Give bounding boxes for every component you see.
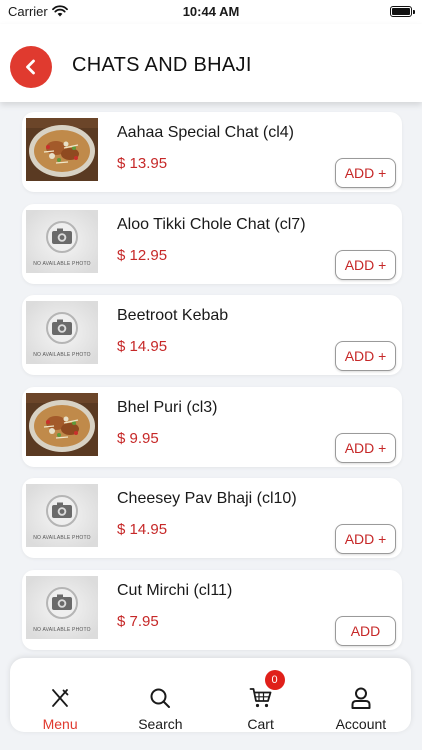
item-price: $ 14.95 [117,338,168,355]
no-photo-placeholder: NO AVAILABLE PHOTO [26,575,98,639]
menu-item-card[interactable]: Bhel Puri (cl3) $ 9.95 ADD + [22,386,402,467]
item-price: $ 7.95 [117,612,159,630]
item-name: Cheesey Pav Bhaji (cl10) [117,490,297,507]
menu-item-card[interactable]: NO AVAILABLE PHOTO Cheesey Pav Bhaji (cl… [22,478,402,558]
no-photo-label: NO AVAILABLE PHOTO [33,352,91,358]
no-photo-label: NO AVAILABLE PHOTO [33,535,91,541]
fork-knife-icon [52,689,69,707]
no-photo-label: NO AVAILABLE PHOTO [33,260,91,267]
item-name: Cut Mirchi (cl11) [117,581,233,599]
item-price: $ 14.95 [117,521,168,538]
nav-item-search[interactable]: Search [110,658,210,732]
nav-label-search: Search [138,716,183,732]
item-name: Beetroot Kebab [117,307,229,324]
nav-item-menu[interactable]: Menu [10,658,110,732]
add-button[interactable]: ADD + [335,158,396,188]
cart-badge: 0 [264,670,285,690]
page-title: CHATS AND BHAJI [72,54,252,76]
nav-item-cart[interactable]: 0 Cart [211,658,311,732]
item-price: $ 13.95 [117,155,168,172]
chevron-left-icon [26,59,35,75]
nav-label-menu: Menu [42,716,78,732]
cart-icon [249,688,272,708]
food-photo-image [26,118,98,181]
menu-list: Aahaa Special Chat (cl4) $ 13.95 ADD + N… [22,112,402,661]
bottom-nav: Menu Search 0 Cart Account [10,658,411,732]
header: CHATS AND BHAJI [0,24,422,102]
add-button[interactable]: ADD + [335,341,396,371]
no-photo-placeholder: NO AVAILABLE PHOTO [26,484,98,547]
menu-item-card[interactable]: Aahaa Special Chat (cl4) $ 13.95 ADD + [22,112,402,192]
food-photo [26,118,98,181]
search-icon [150,688,171,708]
add-button[interactable]: ADD + [335,524,396,554]
menu-item-card[interactable]: NO AVAILABLE PHOTO Cut Mirchi (cl11) $ 7… [22,569,402,650]
battery-icon [390,6,415,17]
user-icon [351,687,371,709]
food-photo [26,392,98,456]
no-photo-placeholder: NO AVAILABLE PHOTO [26,301,98,364]
item-name: Aahaa Special Chat (cl4) [117,124,294,141]
item-name: Aloo Tikki Chole Chat (cl7) [117,215,306,233]
status-bar: Carrier 10:44 AM [0,0,422,24]
nav-label-cart: Cart [247,716,274,732]
food-photo-image [26,392,98,456]
add-button[interactable]: ADD + [335,432,396,463]
nav-label-account: Account [335,716,387,732]
nav-item-account[interactable]: Account [311,658,411,732]
menu-item-card[interactable]: NO AVAILABLE PHOTO Beetroot Kebab $ 14.9… [22,295,402,375]
no-photo-placeholder: NO AVAILABLE PHOTO [26,209,98,273]
add-button[interactable]: ADD + [335,249,396,280]
status-time: 10:44 AM [182,4,240,19]
item-price: $ 12.95 [117,246,168,264]
item-name: Bhel Puri (cl3) [117,398,218,416]
menu-item-card[interactable]: NO AVAILABLE PHOTO Aloo Tikki Chole Chat… [22,203,402,284]
add-button[interactable]: ADD [335,615,396,646]
no-photo-label: NO AVAILABLE PHOTO [33,626,91,633]
back-button[interactable] [10,46,52,88]
item-price: $ 9.95 [117,429,159,447]
